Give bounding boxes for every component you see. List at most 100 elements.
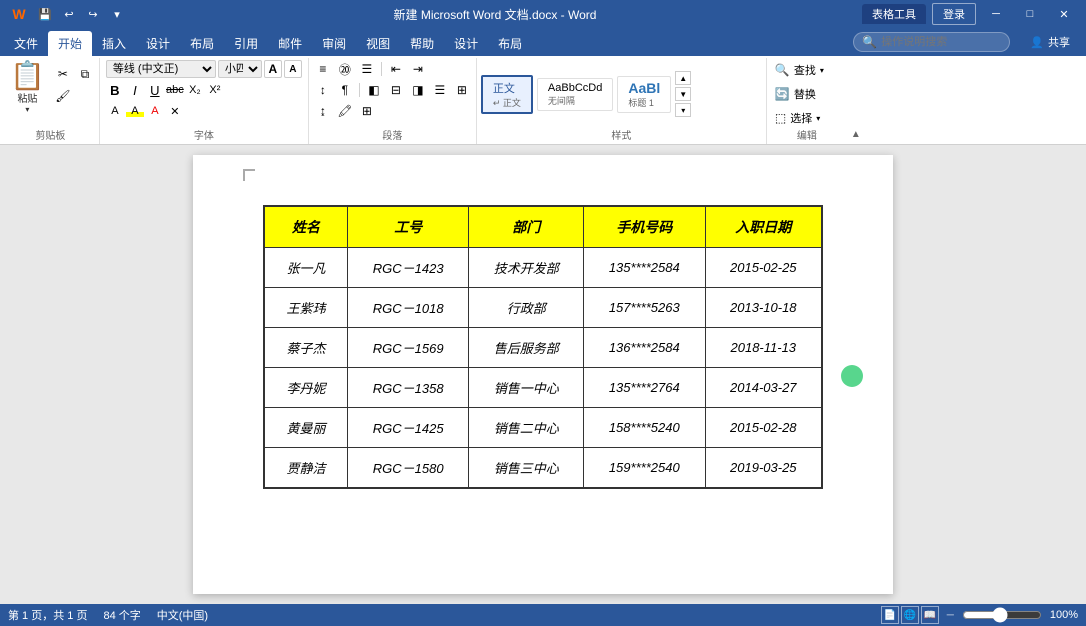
- subscript-button[interactable]: X₂: [186, 81, 204, 99]
- align-center-button[interactable]: ⊟: [386, 81, 406, 99]
- find-button[interactable]: 🔍 查找 ▾: [771, 60, 843, 80]
- superscript-button[interactable]: X²: [206, 81, 224, 99]
- table-cell: 黄曼丽: [264, 408, 347, 448]
- tab-help[interactable]: 帮助: [400, 31, 444, 56]
- tab-mailings[interactable]: 邮件: [268, 31, 312, 56]
- multilevel-list-button[interactable]: ☰: [357, 60, 377, 78]
- paste-dropdown-icon[interactable]: ▾: [25, 105, 29, 114]
- table-row: 李丹妮RGC－1358销售一中心135****27642014-03-27: [264, 368, 822, 408]
- tab-table-layout[interactable]: 布局: [488, 31, 532, 56]
- editing-group: 🔍 查找 ▾ 🔄 替换 ⬚ 选择 ▾ 编辑: [767, 58, 847, 144]
- font-group: 等线 (中文正) 小四 A A B I U abc X₂ X²: [100, 58, 309, 144]
- minimize-button[interactable]: ─: [982, 4, 1010, 24]
- data-table: 姓名 工号 部门 手机号码 入职日期 张一凡RGC－1423技术开发部135**…: [263, 205, 823, 489]
- login-button[interactable]: 登录: [932, 3, 976, 25]
- style-normal-sub: ↵ 正文: [493, 96, 521, 109]
- copy-button[interactable]: ⧉: [75, 64, 95, 84]
- replace-button[interactable]: 🔄 替换: [771, 84, 843, 104]
- tab-view[interactable]: 视图: [356, 31, 400, 56]
- underline-button[interactable]: U: [146, 81, 164, 99]
- search-input[interactable]: [881, 36, 1001, 48]
- decrease-indent-button[interactable]: ⇤: [386, 60, 406, 78]
- font-size-select[interactable]: 小四: [218, 60, 262, 78]
- search-icon: 🔍: [862, 35, 877, 49]
- view-reader-button[interactable]: 📖: [921, 606, 939, 624]
- sort-button[interactable]: ↕: [313, 81, 333, 99]
- table-cell: 2019-03-25: [705, 448, 822, 489]
- show-marks-button[interactable]: ¶: [335, 81, 355, 99]
- clipboard-sub: ✂ ⧉ 🖌: [53, 60, 95, 106]
- redo-qa-button[interactable]: ↪: [82, 4, 104, 24]
- customize-qa-button[interactable]: ▾: [106, 4, 128, 24]
- table-cell: 135****2584: [583, 248, 705, 288]
- italic-button[interactable]: I: [126, 81, 144, 99]
- find-label: 查找: [794, 62, 816, 78]
- style-normal[interactable]: 正文 ↵ 正文: [481, 75, 533, 114]
- share-icon: 👤: [1030, 36, 1044, 49]
- styles-scroll-down[interactable]: ▼: [675, 87, 691, 101]
- style-heading1[interactable]: AaBl 标题 1: [617, 76, 671, 113]
- table-tools-tab[interactable]: 表格工具: [862, 4, 926, 24]
- border-button[interactable]: ⊞: [357, 102, 377, 120]
- paragraph-group-label: 段落: [309, 127, 476, 142]
- editing-group-label: 编辑: [767, 127, 847, 142]
- restore-button[interactable]: □: [1016, 4, 1044, 24]
- distributed-button[interactable]: ⊞: [452, 81, 472, 99]
- table-row: 黄曼丽RGC－1425销售二中心158****52402015-02-28: [264, 408, 822, 448]
- styles-group: 正文 ↵ 正文 AaBbCcDd 无间隔 AaBl 标题 1 ▲ ▼ ▾ 样式: [477, 58, 767, 144]
- window-title: 新建 Microsoft Word 文档.docx - Word: [394, 8, 597, 22]
- tab-references[interactable]: 引用: [224, 31, 268, 56]
- font-color-button[interactable]: A: [146, 102, 164, 120]
- increase-font-button[interactable]: A: [264, 60, 282, 78]
- table-cell: 销售三中心: [469, 448, 583, 489]
- styles-scroll-up[interactable]: ▲: [675, 71, 691, 85]
- style-nospace[interactable]: AaBbCcDd 无间隔: [537, 78, 613, 111]
- table-cell: 2014-03-27: [705, 368, 822, 408]
- page-count: 第 1 页，共 1 页: [8, 607, 87, 623]
- replace-label: 替换: [794, 86, 816, 102]
- tab-insert[interactable]: 插入: [92, 31, 136, 56]
- search-bar: 🔍: [853, 32, 1010, 52]
- collapse-ribbon-button[interactable]: ▲: [847, 58, 865, 144]
- header-name: 姓名: [264, 206, 347, 248]
- close-button[interactable]: ✕: [1050, 4, 1078, 24]
- align-left-button[interactable]: ◧: [364, 81, 384, 99]
- tab-design[interactable]: 设计: [136, 31, 180, 56]
- numbering-button[interactable]: ⑳: [335, 60, 355, 78]
- header-phone: 手机号码: [583, 206, 705, 248]
- undo-qa-button[interactable]: ↩: [58, 4, 80, 24]
- strikethrough-button[interactable]: abc: [166, 81, 184, 99]
- table-cell: RGC－1569: [347, 328, 469, 368]
- save-qa-button[interactable]: 💾: [34, 4, 56, 24]
- table-cell: 蔡子杰: [264, 328, 347, 368]
- font-name-select[interactable]: 等线 (中文正): [106, 60, 216, 78]
- paste-button[interactable]: 📋 粘贴 ▾: [6, 60, 49, 116]
- share-button[interactable]: 👤 共享: [1022, 32, 1078, 52]
- increase-indent-button[interactable]: ⇥: [408, 60, 428, 78]
- view-print-button[interactable]: 📄: [881, 606, 899, 624]
- text-effects-button[interactable]: A: [106, 102, 124, 120]
- view-web-button[interactable]: 🌐: [901, 606, 919, 624]
- tab-file[interactable]: 文件: [4, 31, 48, 56]
- justify-button[interactable]: ☰: [430, 81, 450, 99]
- tab-review[interactable]: 审阅: [312, 31, 356, 56]
- fill-color-button[interactable]: 🖍: [335, 102, 355, 120]
- paragraph-group: ≡ ⑳ ☰ ⇤ ⇥ ↕ ¶ ◧ ⊟ ◨ ☰ ⊞: [309, 58, 477, 144]
- line-spacing-button[interactable]: ↨: [313, 102, 333, 120]
- header-id: 工号: [347, 206, 469, 248]
- format-painter-button[interactable]: 🖌: [53, 86, 73, 106]
- highlight-color-button[interactable]: A: [126, 102, 144, 120]
- bullets-button[interactable]: ≡: [313, 60, 333, 78]
- bold-button[interactable]: B: [106, 81, 124, 99]
- clear-format-button[interactable]: ✕: [166, 102, 184, 120]
- zoom-slider[interactable]: [962, 607, 1042, 623]
- decrease-font-button[interactable]: A: [284, 60, 302, 78]
- align-right-button[interactable]: ◨: [408, 81, 428, 99]
- style-heading1-label: 标题 1: [628, 96, 660, 109]
- styles-more-button[interactable]: ▾: [675, 103, 691, 117]
- tab-home[interactable]: 开始: [48, 31, 92, 56]
- select-button[interactable]: ⬚ 选择 ▾: [771, 108, 843, 128]
- tab-table-design[interactable]: 设计: [444, 31, 488, 56]
- tab-layout[interactable]: 布局: [180, 31, 224, 56]
- cut-button[interactable]: ✂: [53, 64, 73, 84]
